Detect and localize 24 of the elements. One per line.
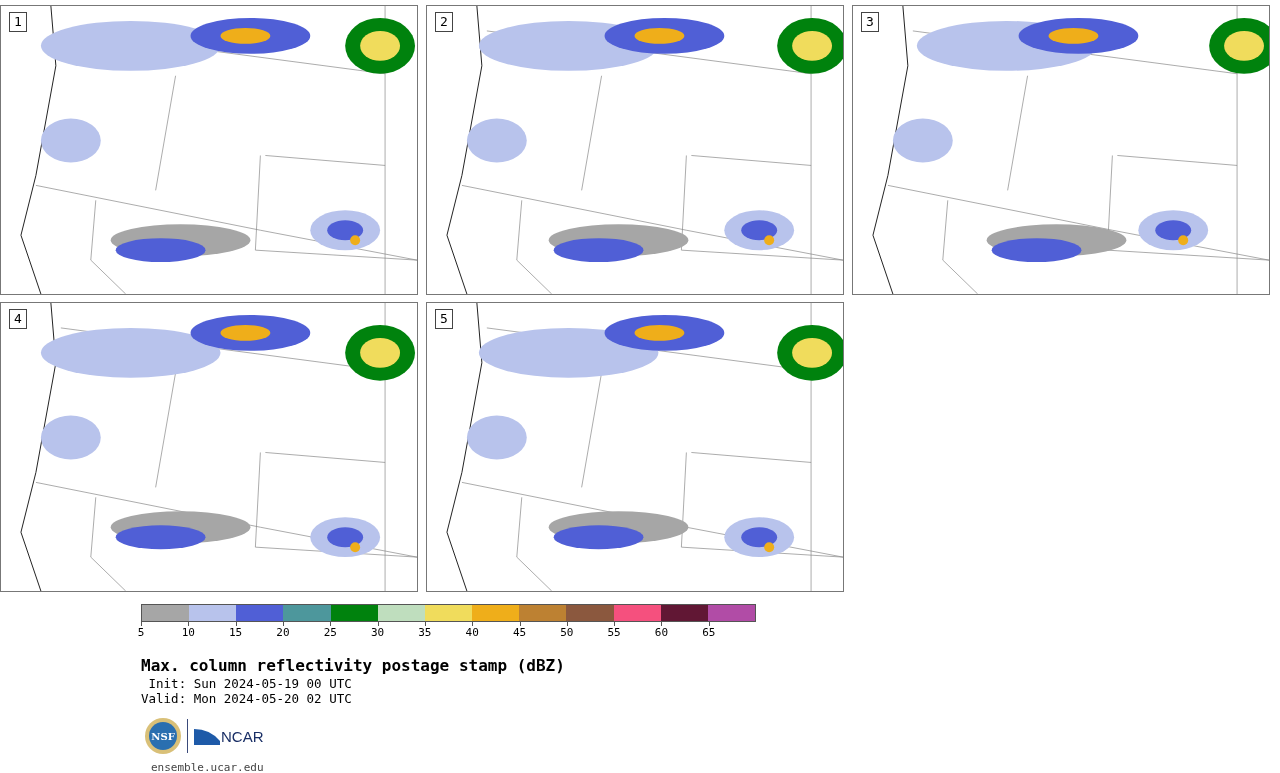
org-logo: NCAR <box>194 727 264 745</box>
tick-label: 15 <box>229 626 243 639</box>
tick-label: 65 <box>702 626 716 639</box>
tick-label: 10 <box>181 626 195 639</box>
panel-number: 2 <box>435 12 453 32</box>
tick-label: 60 <box>654 626 669 639</box>
tick-label: 20 <box>276 626 290 639</box>
tick-label: 45 <box>512 626 527 639</box>
valid-time: Valid: Mon 2024-05-20 02 UTC <box>141 691 353 706</box>
init-time: Init: Sun 2024-05-19 00 UTC <box>147 676 353 691</box>
seal-logo: NSF <box>145 718 181 754</box>
panel-number: 1 <box>9 12 27 32</box>
panel-number: 3 <box>861 12 879 32</box>
site-link[interactable]: ensemble.ucar.edu <box>151 760 756 773</box>
tick-label: 35 <box>418 626 432 639</box>
tick-label: 55 <box>607 626 621 639</box>
tick-label: 50 <box>560 626 574 639</box>
panel-number: 4 <box>9 309 27 329</box>
tick-label: 5 <box>137 626 145 639</box>
tick-label: 40 <box>465 626 479 639</box>
tick-label: 25 <box>323 626 337 639</box>
panel-number: 5 <box>435 309 453 329</box>
tick-label: 30 <box>370 626 385 639</box>
chart-title: Max. column reflectivity postage stamp (dBZ) <box>141 656 566 676</box>
